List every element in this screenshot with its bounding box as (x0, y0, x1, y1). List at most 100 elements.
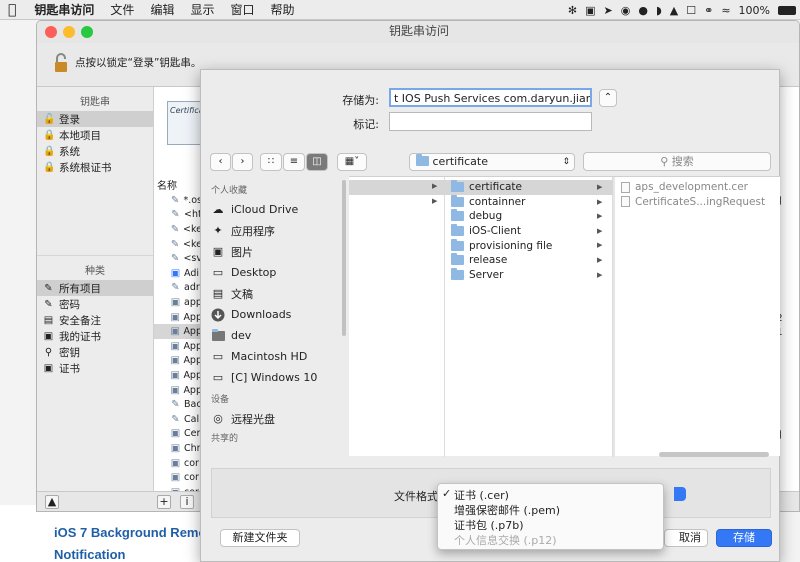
sidebar-item-icloud[interactable]: ☁ iCloud Drive (211, 199, 348, 220)
info-button[interactable]: i (180, 495, 194, 509)
sidebar-item-downloads[interactable]: Downloads (211, 304, 348, 325)
sidebar-item-system[interactable]: 🔒 系统 (37, 143, 153, 159)
menu-help[interactable]: 帮助 (262, 1, 302, 18)
folder-row[interactable]: debug ▶ (445, 209, 613, 224)
table-row[interactable]: ▣ Adi (154, 266, 202, 281)
table-row[interactable]: ✎ Bac (154, 397, 202, 412)
window-titlebar[interactable]: 钥匙串访问 (37, 21, 799, 43)
table-row[interactable]: ▣ App (154, 383, 202, 398)
close-window-icon[interactable] (45, 26, 57, 38)
sidebar-scrollbar[interactable] (342, 180, 346, 336)
sidebar-item-windows[interactable]: ▭ [C] Windows 10 (211, 367, 348, 388)
table-row[interactable]: ▣ App (154, 324, 202, 339)
menu-file[interactable]: 文件 (102, 1, 142, 18)
category-secure-notes[interactable]: ▤ 安全备注 (37, 312, 153, 328)
save-button[interactable]: 存储 (716, 529, 772, 547)
record-icon[interactable]: ● (638, 4, 648, 17)
folder-row[interactable]: Server ▶ (445, 267, 613, 283)
evernote-icon[interactable]: ☐ (686, 4, 696, 17)
save-as-field[interactable]: t IOS Push Services com.daryun.jiandao (389, 88, 592, 107)
table-row[interactable]: ✎ adr (154, 281, 202, 296)
location-popup[interactable]: certificate ⇕ (409, 153, 575, 171)
format-option-p7b[interactable]: 证书包 (.p7b) (454, 517, 524, 533)
lock-icon: 🔒 (43, 129, 56, 141)
lock-icon[interactable] (54, 53, 68, 73)
table-row[interactable]: ▣ Chr (154, 441, 202, 456)
file-row[interactable]: aps_development.cer (621, 180, 748, 195)
sidebar-item-login[interactable]: 🔓 登录 (37, 111, 153, 127)
zoom-window-icon[interactable] (81, 26, 93, 38)
table-row[interactable]: ▣ App (154, 339, 202, 354)
category-passwords[interactable]: ✎ 密码 (37, 296, 153, 312)
table-row[interactable]: ▣ App (154, 368, 202, 383)
send-icon[interactable]: ➤ (604, 4, 613, 17)
category-keys[interactable]: ⚲ 密钥 (37, 344, 153, 360)
qq-icon[interactable]: ▲ (670, 4, 678, 17)
table-row[interactable]: ▣ App (154, 354, 202, 369)
wifi-icon[interactable]: ≈ (721, 4, 730, 17)
table-row[interactable]: ▣cor (154, 470, 202, 485)
icon-view-button[interactable]: ∷ (260, 153, 282, 171)
category-my-certificates[interactable]: ▣ 我的证书 (37, 328, 153, 344)
format-option-pem[interactable]: 增强保密邮件 (.pem) (454, 502, 560, 518)
table-row[interactable]: ✎ <ke (154, 237, 202, 252)
menu-view[interactable]: 显示 (182, 1, 222, 18)
category-certificates[interactable]: ▣ 证书 (37, 360, 153, 376)
sidebar-item-local[interactable]: 🔒 本地项目 (37, 127, 153, 143)
file-row[interactable]: CertificateS...ingRequest (621, 195, 765, 210)
sidebar-item-documents[interactable]: ▤ 文稿 (211, 283, 348, 304)
table-row[interactable]: ✎ <sv (154, 251, 202, 266)
forward-button[interactable]: › (232, 153, 253, 171)
search-globe-icon[interactable]: ⚭ (704, 4, 713, 17)
devices-header: 设备 (211, 395, 230, 405)
sidebar-item-macintosh-hd[interactable]: ▭ Macintosh HD (211, 346, 348, 367)
sidebar-item-pictures[interactable]: ▣ 图片 (211, 241, 348, 262)
menu-edit[interactable]: 编辑 (142, 1, 182, 18)
table-row[interactable]: ▣ Cer (154, 427, 202, 442)
show-sidebar-icon[interactable]: ▲ (45, 495, 59, 509)
apple-icon[interactable]:  (0, 2, 24, 18)
table-row[interactable]: ✎ <ke (154, 222, 202, 237)
sidebar-item-dev[interactable]: dev (211, 325, 348, 346)
search-field[interactable]: ⚲ 搜索 (583, 152, 771, 171)
column-view-button[interactable]: ◫ (306, 153, 328, 171)
table-row[interactable]: ✎ <ht (154, 208, 202, 223)
add-item-button[interactable]: + (157, 495, 171, 509)
minimize-window-icon[interactable] (63, 26, 75, 38)
expand-sheet-button[interactable]: ⌃ (599, 89, 617, 107)
table-row[interactable]: ▣cor (154, 456, 202, 471)
sidebar-item-desktop[interactable]: ▭ Desktop (211, 262, 348, 283)
tags-field[interactable] (389, 112, 592, 131)
group-button[interactable]: ▦˅ (337, 153, 367, 171)
sidebar-item-applications[interactable]: ✦ 应用程序 (211, 220, 348, 241)
format-popup-arrow[interactable] (674, 487, 686, 501)
bluetooth-icon[interactable]: ✻ (568, 4, 577, 17)
new-folder-button[interactable]: 新建文件夹 (220, 529, 300, 547)
column-header-name[interactable]: 名称 (157, 177, 177, 192)
folder-row[interactable]: iOS-Client ▶ (445, 224, 613, 239)
folder-row[interactable]: containner ▶ (445, 194, 613, 210)
table-row[interactable]: ▣ app (154, 295, 202, 310)
horizontal-scrollbar[interactable] (659, 452, 769, 457)
category-all-items[interactable]: ✎ 所有项目 (37, 280, 153, 296)
grid-icon: ∷ (267, 156, 275, 167)
back-button[interactable]: ‹ (210, 153, 231, 171)
table-row[interactable]: ▣ App (154, 310, 202, 325)
cancel-button[interactable]: 取消 (664, 529, 708, 547)
wechat-icon[interactable]: ◗ (656, 4, 662, 17)
sidebar-item-system-roots[interactable]: 🔒 系统根证书 (37, 159, 153, 175)
table-row[interactable]: ✎ *.os (154, 193, 202, 208)
battery-icon[interactable] (778, 5, 796, 15)
folder-row[interactable]: provisioning file ▶ (445, 238, 613, 253)
menu-window[interactable]: 窗口 (222, 1, 262, 18)
folder-row[interactable]: certificate ▶ (445, 180, 613, 195)
sidebar-item-remote-disc[interactable]: ◎ 远程光盘 (211, 408, 348, 429)
table-row[interactable]: ✎ Cal (154, 412, 202, 427)
vpn-icon[interactable]: ◉ (621, 4, 631, 17)
format-option-cer[interactable]: 证书 (.cer) (454, 487, 509, 503)
menu-app-name[interactable]: 钥匙串访问 (24, 1, 102, 18)
column-1-selected-row[interactable] (349, 180, 445, 195)
camera-icon[interactable]: ▣ (585, 4, 595, 17)
list-view-button[interactable]: ≡ (283, 153, 305, 171)
folder-row[interactable]: release ▶ (445, 253, 613, 268)
